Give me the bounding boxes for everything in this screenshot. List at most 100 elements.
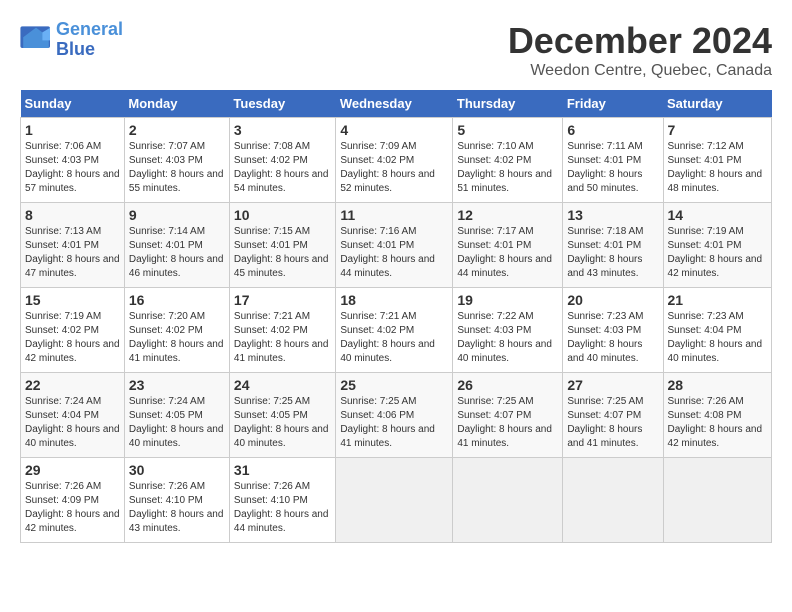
day-number: 23 xyxy=(129,377,225,393)
day-info: Sunrise: 7:08 AM Sunset: 4:02 PM Dayligh… xyxy=(234,140,331,196)
day-info: Sunrise: 7:19 AM Sunset: 4:01 PM Dayligh… xyxy=(668,225,767,281)
calendar-day-cell xyxy=(453,458,563,543)
day-info: Sunrise: 7:22 AM Sunset: 4:03 PM Dayligh… xyxy=(457,310,558,366)
day-number: 20 xyxy=(567,292,658,308)
day-info: Sunrise: 7:20 AM Sunset: 4:02 PM Dayligh… xyxy=(129,310,225,366)
day-info: Sunrise: 7:23 AM Sunset: 4:04 PM Dayligh… xyxy=(668,310,767,366)
day-info: Sunrise: 7:25 AM Sunset: 4:07 PM Dayligh… xyxy=(457,395,558,451)
calendar-table: SundayMondayTuesdayWednesdayThursdayFrid… xyxy=(20,90,772,543)
calendar-day-cell: 23 Sunrise: 7:24 AM Sunset: 4:05 PM Dayl… xyxy=(124,373,229,458)
day-number: 9 xyxy=(129,207,225,223)
calendar-header-row: SundayMondayTuesdayWednesdayThursdayFrid… xyxy=(21,90,772,118)
day-number: 1 xyxy=(25,122,120,138)
day-number: 26 xyxy=(457,377,558,393)
calendar-day-cell: 14 Sunrise: 7:19 AM Sunset: 4:01 PM Dayl… xyxy=(663,203,771,288)
title-section: December 2024 Weedon Centre, Quebec, Can… xyxy=(508,20,772,80)
calendar-week-row: 15 Sunrise: 7:19 AM Sunset: 4:02 PM Dayl… xyxy=(21,288,772,373)
calendar-day-cell: 25 Sunrise: 7:25 AM Sunset: 4:06 PM Dayl… xyxy=(336,373,453,458)
day-number: 17 xyxy=(234,292,331,308)
day-number: 8 xyxy=(25,207,120,223)
calendar-day-cell: 30 Sunrise: 7:26 AM Sunset: 4:10 PM Dayl… xyxy=(124,458,229,543)
day-number: 11 xyxy=(340,207,448,223)
day-number: 16 xyxy=(129,292,225,308)
calendar-day-cell: 17 Sunrise: 7:21 AM Sunset: 4:02 PM Dayl… xyxy=(229,288,335,373)
calendar-day-cell: 29 Sunrise: 7:26 AM Sunset: 4:09 PM Dayl… xyxy=(21,458,125,543)
month-title: December 2024 xyxy=(508,20,772,62)
calendar-day-header: Tuesday xyxy=(229,90,335,118)
calendar-week-row: 29 Sunrise: 7:26 AM Sunset: 4:09 PM Dayl… xyxy=(21,458,772,543)
day-info: Sunrise: 7:12 AM Sunset: 4:01 PM Dayligh… xyxy=(668,140,767,196)
calendar-day-cell: 5 Sunrise: 7:10 AM Sunset: 4:02 PM Dayli… xyxy=(453,118,563,203)
day-number: 5 xyxy=(457,122,558,138)
day-info: Sunrise: 7:17 AM Sunset: 4:01 PM Dayligh… xyxy=(457,225,558,281)
page-header: General Blue December 2024 Weedon Centre… xyxy=(20,20,772,80)
day-info: Sunrise: 7:25 AM Sunset: 4:07 PM Dayligh… xyxy=(567,395,658,451)
calendar-day-cell: 19 Sunrise: 7:22 AM Sunset: 4:03 PM Dayl… xyxy=(453,288,563,373)
day-number: 2 xyxy=(129,122,225,138)
calendar-week-row: 1 Sunrise: 7:06 AM Sunset: 4:03 PM Dayli… xyxy=(21,118,772,203)
calendar-day-cell: 10 Sunrise: 7:15 AM Sunset: 4:01 PM Dayl… xyxy=(229,203,335,288)
day-info: Sunrise: 7:09 AM Sunset: 4:02 PM Dayligh… xyxy=(340,140,448,196)
day-info: Sunrise: 7:18 AM Sunset: 4:01 PM Dayligh… xyxy=(567,225,658,281)
day-info: Sunrise: 7:11 AM Sunset: 4:01 PM Dayligh… xyxy=(567,140,658,196)
day-info: Sunrise: 7:15 AM Sunset: 4:01 PM Dayligh… xyxy=(234,225,331,281)
calendar-day-cell: 8 Sunrise: 7:13 AM Sunset: 4:01 PM Dayli… xyxy=(21,203,125,288)
day-info: Sunrise: 7:23 AM Sunset: 4:03 PM Dayligh… xyxy=(567,310,658,366)
calendar-week-row: 8 Sunrise: 7:13 AM Sunset: 4:01 PM Dayli… xyxy=(21,203,772,288)
calendar-day-cell: 11 Sunrise: 7:16 AM Sunset: 4:01 PM Dayl… xyxy=(336,203,453,288)
calendar-day-cell: 13 Sunrise: 7:18 AM Sunset: 4:01 PM Dayl… xyxy=(563,203,663,288)
day-info: Sunrise: 7:26 AM Sunset: 4:08 PM Dayligh… xyxy=(668,395,767,451)
day-info: Sunrise: 7:25 AM Sunset: 4:06 PM Dayligh… xyxy=(340,395,448,451)
logo-text: General Blue xyxy=(56,20,123,60)
day-number: 7 xyxy=(668,122,767,138)
calendar-day-cell: 4 Sunrise: 7:09 AM Sunset: 4:02 PM Dayli… xyxy=(336,118,453,203)
day-info: Sunrise: 7:13 AM Sunset: 4:01 PM Dayligh… xyxy=(25,225,120,281)
calendar-day-cell: 16 Sunrise: 7:20 AM Sunset: 4:02 PM Dayl… xyxy=(124,288,229,373)
day-number: 15 xyxy=(25,292,120,308)
day-info: Sunrise: 7:25 AM Sunset: 4:05 PM Dayligh… xyxy=(234,395,331,451)
day-number: 21 xyxy=(668,292,767,308)
day-number: 3 xyxy=(234,122,331,138)
day-info: Sunrise: 7:26 AM Sunset: 4:10 PM Dayligh… xyxy=(234,480,331,536)
calendar-day-cell: 9 Sunrise: 7:14 AM Sunset: 4:01 PM Dayli… xyxy=(124,203,229,288)
calendar-day-cell xyxy=(336,458,453,543)
day-number: 12 xyxy=(457,207,558,223)
day-number: 30 xyxy=(129,462,225,478)
day-info: Sunrise: 7:07 AM Sunset: 4:03 PM Dayligh… xyxy=(129,140,225,196)
calendar-day-header: Thursday xyxy=(453,90,563,118)
day-number: 22 xyxy=(25,377,120,393)
day-info: Sunrise: 7:10 AM Sunset: 4:02 PM Dayligh… xyxy=(457,140,558,196)
logo-icon xyxy=(20,26,52,54)
calendar-day-cell: 18 Sunrise: 7:21 AM Sunset: 4:02 PM Dayl… xyxy=(336,288,453,373)
calendar-day-header: Monday xyxy=(124,90,229,118)
day-number: 27 xyxy=(567,377,658,393)
calendar-day-cell: 12 Sunrise: 7:17 AM Sunset: 4:01 PM Dayl… xyxy=(453,203,563,288)
day-info: Sunrise: 7:21 AM Sunset: 4:02 PM Dayligh… xyxy=(340,310,448,366)
day-info: Sunrise: 7:16 AM Sunset: 4:01 PM Dayligh… xyxy=(340,225,448,281)
day-number: 10 xyxy=(234,207,331,223)
day-number: 14 xyxy=(668,207,767,223)
day-info: Sunrise: 7:26 AM Sunset: 4:09 PM Dayligh… xyxy=(25,480,120,536)
calendar-day-cell: 28 Sunrise: 7:26 AM Sunset: 4:08 PM Dayl… xyxy=(663,373,771,458)
calendar-day-header: Sunday xyxy=(21,90,125,118)
day-info: Sunrise: 7:21 AM Sunset: 4:02 PM Dayligh… xyxy=(234,310,331,366)
day-info: Sunrise: 7:06 AM Sunset: 4:03 PM Dayligh… xyxy=(25,140,120,196)
logo: General Blue xyxy=(20,20,123,60)
location-title: Weedon Centre, Quebec, Canada xyxy=(508,62,772,80)
day-number: 13 xyxy=(567,207,658,223)
day-info: Sunrise: 7:26 AM Sunset: 4:10 PM Dayligh… xyxy=(129,480,225,536)
day-info: Sunrise: 7:14 AM Sunset: 4:01 PM Dayligh… xyxy=(129,225,225,281)
day-number: 6 xyxy=(567,122,658,138)
calendar-day-cell: 3 Sunrise: 7:08 AM Sunset: 4:02 PM Dayli… xyxy=(229,118,335,203)
day-number: 4 xyxy=(340,122,448,138)
calendar-day-cell: 31 Sunrise: 7:26 AM Sunset: 4:10 PM Dayl… xyxy=(229,458,335,543)
calendar-day-cell: 24 Sunrise: 7:25 AM Sunset: 4:05 PM Dayl… xyxy=(229,373,335,458)
calendar-day-cell: 6 Sunrise: 7:11 AM Sunset: 4:01 PM Dayli… xyxy=(563,118,663,203)
day-number: 19 xyxy=(457,292,558,308)
calendar-day-cell: 26 Sunrise: 7:25 AM Sunset: 4:07 PM Dayl… xyxy=(453,373,563,458)
calendar-day-cell xyxy=(663,458,771,543)
calendar-day-cell: 22 Sunrise: 7:24 AM Sunset: 4:04 PM Dayl… xyxy=(21,373,125,458)
day-info: Sunrise: 7:24 AM Sunset: 4:04 PM Dayligh… xyxy=(25,395,120,451)
day-number: 24 xyxy=(234,377,331,393)
calendar-day-cell xyxy=(563,458,663,543)
